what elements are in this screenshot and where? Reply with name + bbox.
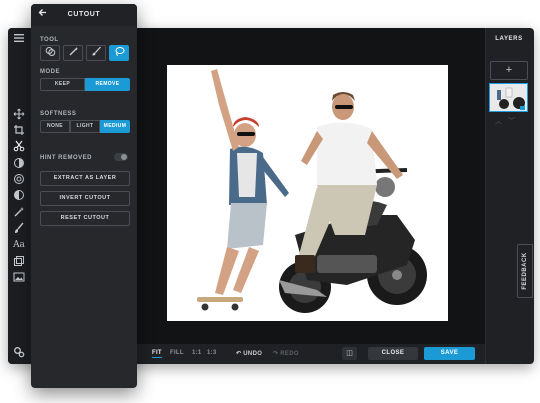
mode-section-label: MODE: [40, 69, 60, 75]
chevron-up-icon[interactable]: ︿: [495, 118, 508, 125]
adjust-icon[interactable]: [12, 157, 26, 171]
tool-lasso-button[interactable]: [109, 45, 129, 61]
softness-section-label: SOFTNESS: [40, 111, 77, 117]
brush-icon[interactable]: [12, 222, 26, 236]
feedback-tab[interactable]: FEEDBACK: [517, 244, 533, 298]
undo-button[interactable]: ↶ UNDO: [236, 350, 262, 357]
settings-icon[interactable]: [12, 346, 26, 360]
cutout-photo[interactable]: [167, 65, 448, 321]
extract-as-layer-button[interactable]: EXTRACT AS LAYER: [40, 171, 130, 186]
hint-removed-toggle[interactable]: [114, 153, 128, 161]
filter-icon[interactable]: [12, 173, 26, 187]
brush-icon: [92, 46, 101, 56]
compare-icon: ◫: [346, 350, 353, 357]
save-button[interactable]: SAVE: [424, 347, 475, 360]
circles-icon: [45, 47, 55, 56]
cutout-panel-title: CUTOUT: [67, 11, 101, 18]
image-icon[interactable]: [12, 271, 26, 285]
hint-removed-label: HINT REMOVED: [40, 155, 93, 161]
lasso-icon: [115, 47, 124, 56]
mode-remove-button[interactable]: REMOVE: [85, 78, 130, 91]
feedback-label: FEEDBACK: [522, 252, 528, 290]
tool-brush-button[interactable]: [86, 45, 106, 61]
wand-icon[interactable]: [12, 206, 26, 220]
redo-label: REDO: [280, 351, 299, 357]
zoom-fill[interactable]: FILL: [170, 350, 184, 356]
move-icon[interactable]: [12, 108, 26, 122]
layers-title: LAYERS: [495, 36, 523, 42]
tool-section-label: TOOL: [40, 37, 59, 43]
invert-cutout-button[interactable]: INVERT CUTOUT: [40, 191, 130, 206]
add-layer-button[interactable]: +: [490, 61, 528, 80]
softness-light-button[interactable]: LIGHT: [70, 120, 100, 133]
tool-rail: Aa: [8, 28, 30, 364]
tool-circles-button[interactable]: [40, 45, 60, 61]
text-icon[interactable]: Aa: [12, 238, 26, 252]
layer-thumbnail[interactable]: [489, 83, 528, 112]
zoom-1-3[interactable]: 1:3: [207, 350, 217, 356]
undo-icon: ↶: [236, 351, 242, 357]
scissors-icon[interactable]: [12, 140, 26, 154]
tool-magic-wand-button[interactable]: [63, 45, 83, 61]
contrast-icon[interactable]: [12, 189, 26, 203]
layers-icon[interactable]: [12, 255, 26, 269]
mode-keep-button[interactable]: KEEP: [40, 78, 85, 91]
close-button[interactable]: CLOSE: [368, 347, 418, 360]
crop-icon[interactable]: [12, 124, 26, 138]
redo-icon: ↷: [273, 351, 279, 357]
skater-shape: [197, 69, 289, 311]
menu-icon[interactable]: [12, 32, 26, 46]
magic-wand-icon: [69, 47, 78, 56]
zoom-1-1[interactable]: 1:1: [192, 350, 202, 356]
chevron-down-icon[interactable]: ﹀: [508, 118, 521, 125]
layer-order-arrows[interactable]: ︿﹀: [495, 116, 521, 126]
softness-medium-button[interactable]: MEDIUM: [100, 120, 130, 133]
reset-cutout-button[interactable]: RESET CUTOUT: [40, 211, 130, 226]
redo-button[interactable]: ↷ REDO: [273, 350, 299, 357]
undo-label: UNDO: [243, 351, 263, 357]
compare-button[interactable]: ◫: [342, 347, 357, 360]
softness-none-button[interactable]: NONE: [40, 120, 70, 133]
zoom-fit[interactable]: FIT: [152, 350, 162, 358]
